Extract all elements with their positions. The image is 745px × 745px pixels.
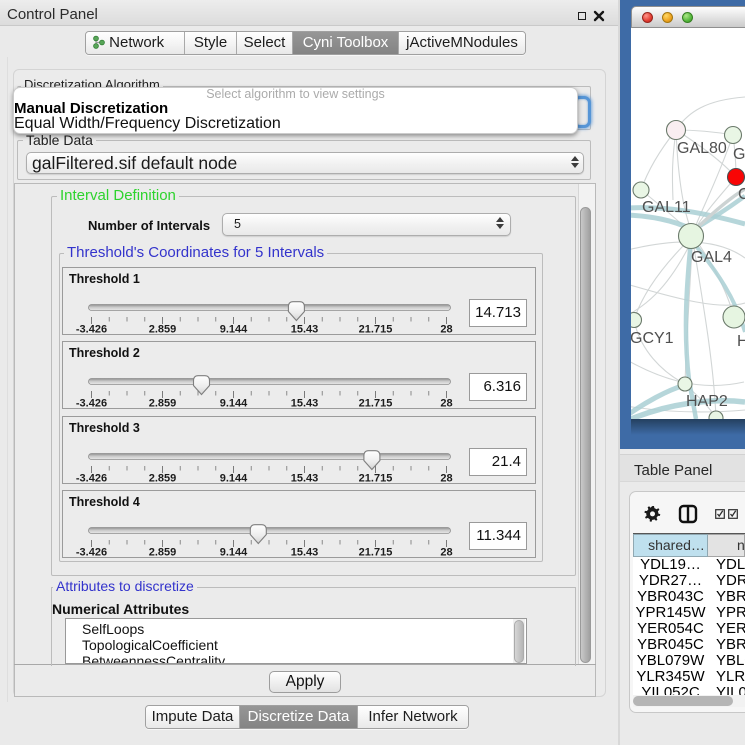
svg-text:28: 28 (440, 547, 452, 559)
svg-text:GAL4: GAL4 (691, 249, 732, 266)
svg-text:21.715: 21.715 (359, 324, 393, 336)
svg-text:HAP2: HAP2 (686, 393, 728, 410)
svg-text:-3.426: -3.426 (76, 473, 107, 485)
svg-text:15.43: 15.43 (291, 398, 319, 410)
svg-text:9.144: 9.144 (220, 473, 248, 485)
svg-text:21.715: 21.715 (359, 398, 393, 410)
svg-text:21.715: 21.715 (359, 547, 393, 559)
svg-text:28: 28 (440, 473, 452, 485)
svg-text:GCY1: GCY1 (631, 330, 674, 347)
svg-text:-3.426: -3.426 (76, 324, 107, 336)
svg-text:15.43: 15.43 (291, 473, 319, 485)
svg-text:21.715: 21.715 (359, 473, 393, 485)
svg-text:15.43: 15.43 (291, 324, 319, 336)
svg-text:9.144: 9.144 (220, 324, 248, 336)
svg-text:2.859: 2.859 (149, 324, 177, 336)
svg-text:GAL80: GAL80 (677, 140, 727, 157)
svg-text:GAL11: GAL11 (642, 199, 691, 216)
svg-text:2.859: 2.859 (149, 547, 177, 559)
svg-text:HI: HI (737, 333, 745, 350)
svg-text:28: 28 (440, 324, 452, 336)
svg-text:9.144: 9.144 (220, 547, 248, 559)
svg-text:9.144: 9.144 (220, 398, 248, 410)
svg-text:28: 28 (440, 398, 452, 410)
svg-text:-3.426: -3.426 (76, 398, 107, 410)
svg-text:-3.426: -3.426 (76, 547, 107, 559)
svg-text:2.859: 2.859 (149, 398, 177, 410)
svg-text:GA: GA (733, 146, 745, 163)
svg-text:C: C (738, 186, 745, 203)
svg-text:15.43: 15.43 (291, 547, 319, 559)
svg-text:2.859: 2.859 (149, 473, 177, 485)
